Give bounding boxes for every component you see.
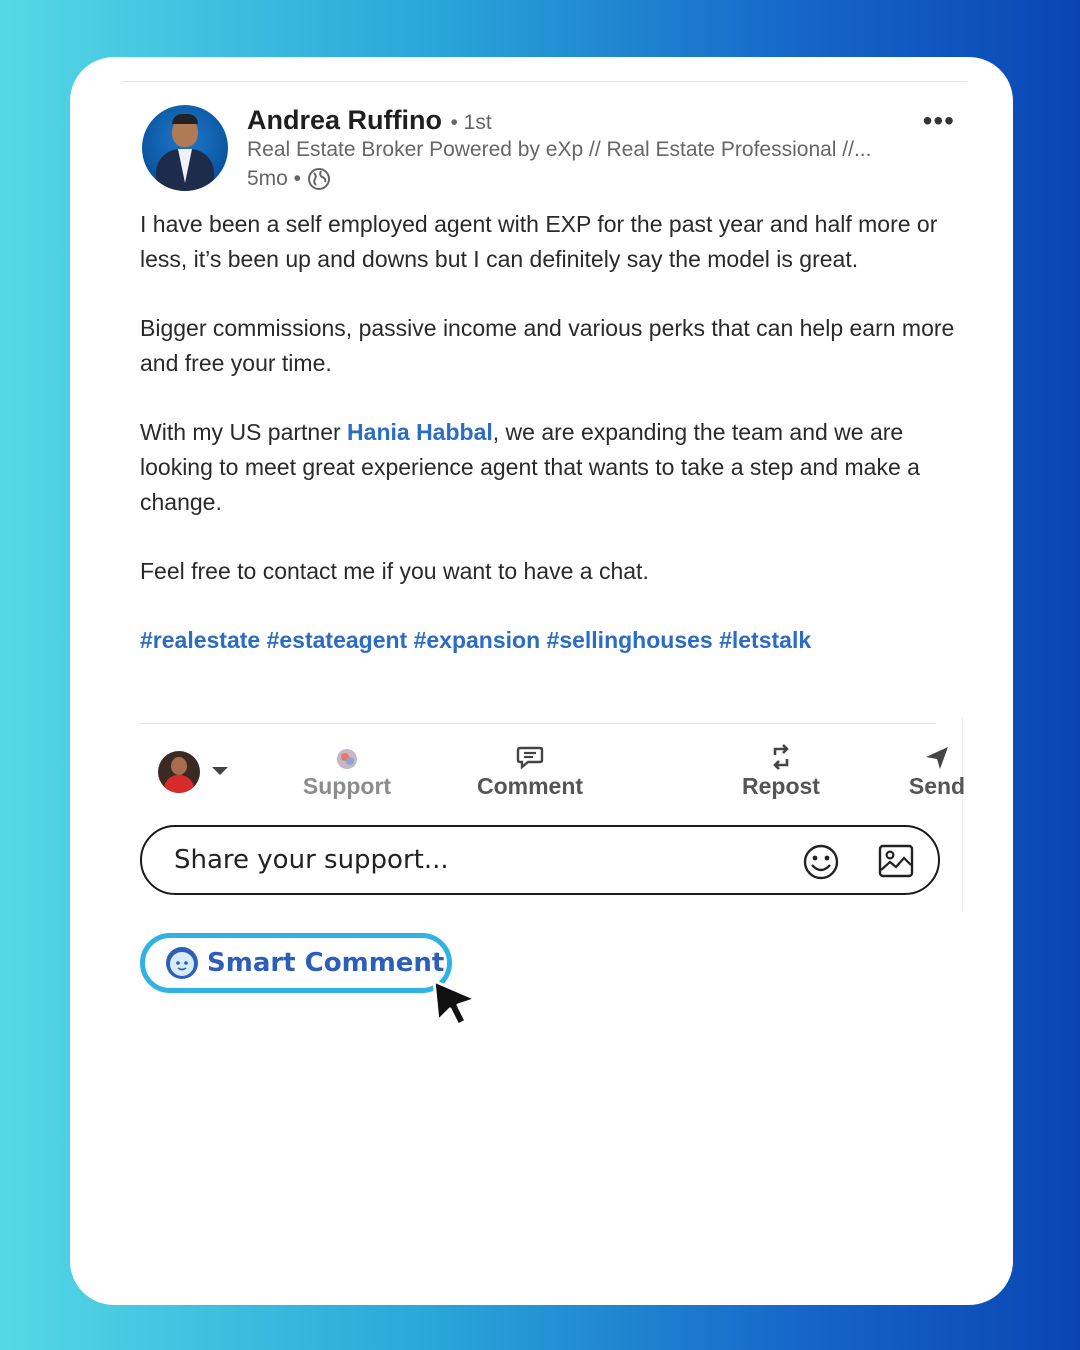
connection-degree: • 1st <box>450 111 492 134</box>
action-bar: Support Comment Repost Send <box>140 737 965 807</box>
chevron-down-icon[interactable] <box>212 767 228 775</box>
more-options-icon[interactable]: ••• <box>923 105 955 137</box>
mention-link[interactable]: Hania Habbal <box>347 419 493 445</box>
support-button[interactable]: Support <box>292 737 402 800</box>
post-paragraph: Feel free to contact me if you want to h… <box>140 558 649 584</box>
comment-box <box>140 825 940 895</box>
post-body: I have been a self employed agent with E… <box>140 207 960 692</box>
author-name-line: Andrea Ruffino • 1st <box>247 105 492 136</box>
smart-comment-logo-icon <box>166 947 198 979</box>
post-paragraph: Bigger commissions, passive income and v… <box>140 315 955 376</box>
support-label: Support <box>302 773 392 799</box>
cursor-icon <box>432 979 478 1027</box>
actions-divider <box>140 723 936 724</box>
text-segment: With my US partner <box>140 419 348 445</box>
send-label: Send <box>908 773 966 799</box>
author-name[interactable]: Andrea Ruffino <box>247 105 442 135</box>
post-paragraph: I have been a self employed agent with E… <box>140 211 938 272</box>
post-time: 5mo • <box>247 167 302 190</box>
emoji-icon[interactable] <box>802 843 840 881</box>
smart-comment-label: Smart Comment <box>207 948 445 978</box>
post-paragraph: With my US partner Hania Habbal, we are … <box>140 415 960 520</box>
globe-icon <box>308 168 331 190</box>
hashtags[interactable]: #realestate #estateagent #expansion #sel… <box>140 623 960 658</box>
reactor-avatar[interactable] <box>158 751 200 793</box>
post-card: Andrea Ruffino • 1st Real Estate Broker … <box>70 57 1013 1305</box>
top-divider <box>122 81 967 82</box>
comment-button[interactable]: Comment <box>470 737 590 800</box>
smart-comment-button[interactable]: Smart Comment <box>140 933 452 993</box>
send-button[interactable]: Send <box>892 737 982 800</box>
author-avatar[interactable] <box>142 105 228 191</box>
comment-label: Comment <box>476 773 584 799</box>
repost-button[interactable]: Repost <box>726 737 836 800</box>
support-icon <box>337 749 357 769</box>
comment-input[interactable] <box>172 841 756 879</box>
post-meta: 5mo • <box>247 167 331 191</box>
author-headline: Real Estate Broker Powered by eXp // Rea… <box>247 138 872 161</box>
repost-icon <box>773 744 789 770</box>
send-icon <box>926 747 948 769</box>
repost-label: Repost <box>742 773 820 799</box>
comment-icon <box>516 746 544 770</box>
image-icon[interactable] <box>878 843 914 879</box>
